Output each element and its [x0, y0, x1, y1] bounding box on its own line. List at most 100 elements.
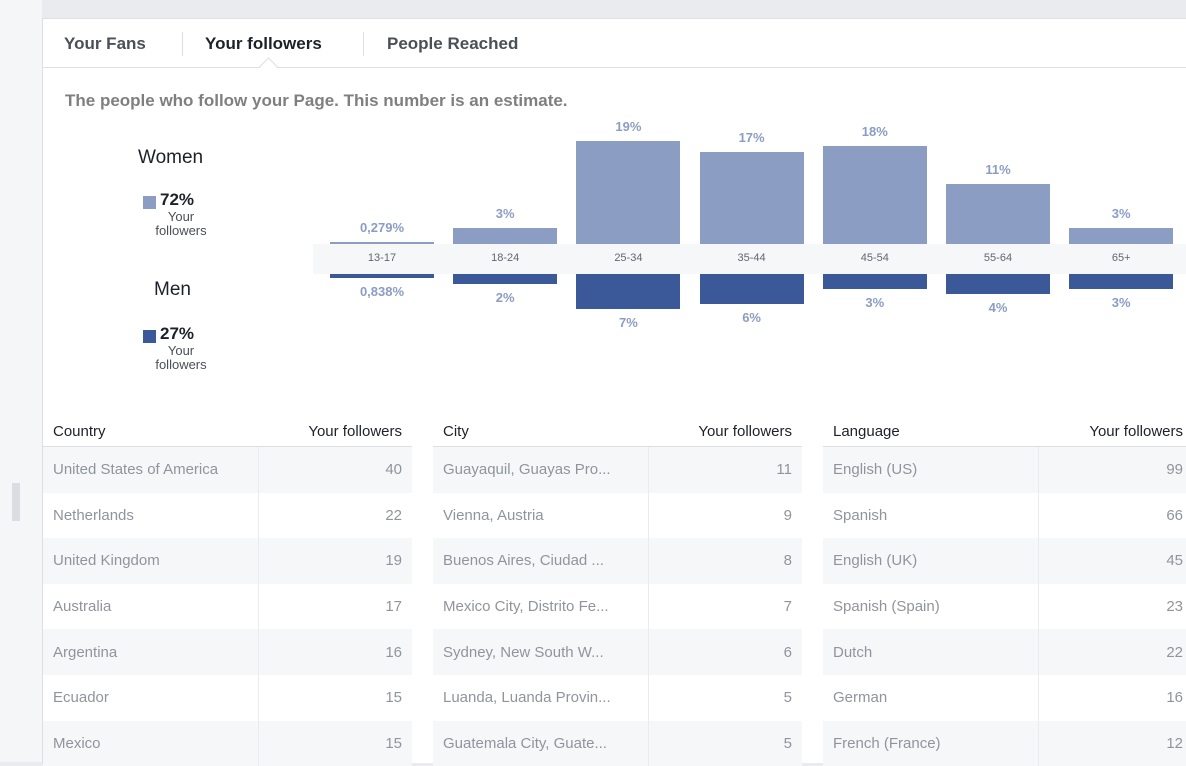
- women-bar[interactable]: [822, 146, 927, 244]
- women-bar-label: 11%: [985, 162, 1011, 178]
- women-bar[interactable]: [699, 151, 804, 244]
- row-value: 15: [257, 720, 412, 766]
- men-bar[interactable]: [699, 274, 804, 304]
- row-value: 17: [257, 583, 412, 630]
- men-bar[interactable]: [946, 274, 1050, 294]
- row-name: United States of America: [43, 446, 258, 493]
- age-tick-label: 18-24: [491, 252, 520, 264]
- men-bar[interactable]: [576, 274, 681, 309]
- row-value: 23: [1037, 583, 1186, 630]
- women-percent: 72%: [160, 190, 195, 209]
- men-bar-label: 7%: [618, 315, 638, 330]
- column-header[interactable]: Country: [43, 416, 258, 447]
- row-name: Australia: [53, 598, 112, 616]
- table-row: United Kingdom 19: [43, 538, 412, 584]
- tab-people-reached[interactable]: People Reached: [387, 19, 518, 67]
- men-bar[interactable]: [330, 274, 434, 279]
- table-row: English (UK) 45: [823, 538, 1186, 584]
- page-description: The people who follow your Page. This nu…: [65, 91, 568, 110]
- row-name: English (UK): [823, 538, 1038, 584]
- women-bar[interactable]: [453, 227, 558, 244]
- column-header[interactable]: Your followers: [648, 416, 802, 447]
- row-name: Ecuador: [53, 689, 109, 707]
- row-name: Guayaquil, Guayas Pro...: [433, 446, 648, 493]
- column-header[interactable]: Language: [823, 416, 1038, 447]
- table-row: Argentina 16: [43, 629, 412, 675]
- men-bar[interactable]: [822, 274, 927, 289]
- men-percent: 27%: [160, 324, 195, 343]
- men-bar-label: 0,838%: [359, 284, 405, 300]
- men-bar[interactable]: [1069, 274, 1174, 289]
- row-value: 11: [647, 446, 802, 493]
- scroll-handle[interactable]: [12, 483, 20, 521]
- row-value: 45: [1037, 538, 1186, 584]
- row-name: Vienna, Austria: [443, 506, 544, 524]
- row-name: English (US): [823, 446, 1038, 493]
- table-row: United States of America 40: [43, 446, 412, 493]
- men-title: Men: [154, 279, 191, 300]
- row-value: 40: [257, 446, 412, 493]
- women-bar[interactable]: [576, 141, 681, 244]
- tab-divider: [363, 32, 364, 56]
- women-bar-label: 17%: [738, 129, 765, 145]
- men-swatch: [143, 330, 156, 343]
- table-row: Australia 17: [43, 583, 412, 630]
- women-bar[interactable]: [1069, 227, 1174, 244]
- women-subtitle: Your followers: [155, 209, 207, 238]
- left-gutter: [0, 0, 42, 762]
- table-row: German 16: [823, 674, 1186, 721]
- row-value: 15: [257, 674, 412, 721]
- followers-panel: Your Fans Your followers People Reached …: [42, 18, 1186, 766]
- men-bar-label: 3%: [1111, 295, 1131, 310]
- women-swatch: [143, 196, 156, 209]
- age-tick-label: 45-54: [860, 252, 889, 264]
- language-table: Language Your followers English (US) 99 Span…: [823, 416, 1186, 766]
- tab-bar: Your Fans Your followers People Reached: [43, 19, 1186, 76]
- men-bar-label: 2%: [495, 290, 515, 305]
- table-row: Guatemala City, Guate... 5: [433, 720, 802, 766]
- row-value: 8: [647, 538, 802, 584]
- row-name: Mexico City, Distrito Fe...: [443, 598, 609, 616]
- row-value: 6: [647, 629, 802, 675]
- row-name: Netherlands: [53, 506, 134, 524]
- women-bar-label: 3%: [1111, 205, 1131, 221]
- men-bar-label: 4%: [988, 300, 1008, 315]
- table-row: Buenos Aires, Ciudad ... 8: [433, 538, 802, 584]
- row-value: 16: [1037, 674, 1186, 721]
- row-name: United Kingdom: [43, 538, 258, 584]
- row-value: 22: [1037, 629, 1186, 675]
- table-row: Spanish (Spain) 23: [823, 583, 1186, 630]
- row-name: Luanda, Luanda Provin...: [443, 689, 611, 707]
- row-name: Dutch: [823, 629, 1038, 675]
- age-tick-label: 55-64: [983, 252, 1013, 264]
- tab-your-fans[interactable]: Your Fans: [64, 19, 146, 67]
- row-name: French (France): [823, 720, 1038, 766]
- row-name: Guatemala City, Guate...: [433, 720, 648, 766]
- table-header-row: Country Your followers: [43, 416, 412, 447]
- column-header[interactable]: Your followers: [258, 416, 412, 447]
- row-value: 5: [647, 720, 802, 766]
- women-bar-label: 3%: [495, 205, 515, 221]
- table-row: Luanda, Luanda Provin... 5: [433, 674, 802, 721]
- table-row: Vienna, Austria 9: [433, 492, 802, 539]
- women-bar[interactable]: [330, 242, 434, 244]
- row-name: Buenos Aires, Ciudad ...: [433, 538, 648, 584]
- row-name: Spanish (Spain): [833, 598, 940, 616]
- row-value: 22: [257, 492, 412, 539]
- row-name: Argentina: [43, 629, 258, 675]
- row-value: 16: [257, 629, 412, 675]
- women-bar-label: 19%: [615, 119, 642, 135]
- row-name: German: [833, 689, 888, 707]
- table-row: Netherlands 22: [43, 492, 412, 539]
- men-bar[interactable]: [453, 274, 558, 284]
- column-header[interactable]: City: [433, 416, 648, 447]
- row-value: 19: [257, 538, 412, 584]
- tab-divider: [182, 32, 183, 56]
- row-value: 66: [1037, 492, 1186, 539]
- women-bar[interactable]: [946, 184, 1050, 244]
- row-name: Mexico: [43, 720, 258, 766]
- age-tick-label: 13-17: [367, 252, 397, 264]
- women-bar-label: 18%: [861, 124, 888, 140]
- tab-your-followers[interactable]: Your followers: [205, 19, 322, 67]
- column-header[interactable]: Your followers: [1038, 416, 1186, 447]
